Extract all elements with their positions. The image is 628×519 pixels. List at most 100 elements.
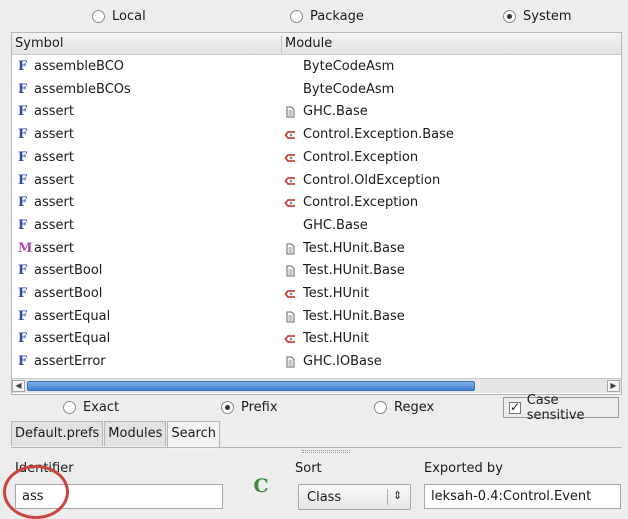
module-name: Control.OldException xyxy=(303,172,441,188)
mode-regex-radio[interactable]: Regex xyxy=(374,400,434,415)
module-name: Test.HUnit.Base xyxy=(303,308,405,324)
case-sensitive-label: Case sensitive xyxy=(526,392,585,423)
tab-modules[interactable]: Modules xyxy=(104,421,167,446)
mode-exact-radio[interactable]: Exact xyxy=(63,400,119,415)
table-row[interactable]: Massert Test.HUnit.Base xyxy=(12,238,621,261)
table-row[interactable]: FassertBool Test.HUnit xyxy=(12,283,621,306)
scroll-left-button[interactable]: ◀ xyxy=(12,380,25,392)
function-icon: F xyxy=(18,172,28,188)
reexport-icon xyxy=(284,176,295,185)
module-name: Test.HUnit xyxy=(303,331,369,347)
reexport-icon xyxy=(284,335,295,344)
table-row[interactable]: FassertEqual Test.HUnit.Base xyxy=(12,306,621,329)
scope-package-radio[interactable]: Package xyxy=(290,9,364,24)
table-row[interactable]: Fassert Control.Exception.Base xyxy=(12,124,621,147)
radio-indicator xyxy=(63,401,76,414)
reexport-icon xyxy=(284,153,295,162)
tab-search[interactable]: Search xyxy=(167,421,221,449)
mode-prefix-radio[interactable]: Prefix xyxy=(221,400,278,415)
scope-system-radio[interactable]: System xyxy=(503,9,571,24)
table-row[interactable]: FassertEqual Test.HUnit xyxy=(12,328,621,351)
symbol-name: assert xyxy=(34,149,74,165)
function-icon: F xyxy=(18,104,28,120)
horizontal-scrollbar[interactable]: ◀ ▶ xyxy=(12,378,621,393)
column-header-module[interactable]: Module xyxy=(285,36,332,51)
function-icon: F xyxy=(18,217,28,233)
table-row[interactable]: FassembleBCOs ByteCodeAsm xyxy=(12,79,621,102)
scroll-right-button[interactable]: ▶ xyxy=(607,380,620,392)
symbol-name: assertBool xyxy=(34,263,103,279)
column-header: Symbol Module xyxy=(12,33,621,55)
module-name: ByteCodeAsm xyxy=(303,81,395,97)
function-icon: F xyxy=(18,263,28,279)
table-row[interactable]: Fassert GHC.Base xyxy=(12,215,621,238)
chevron-up-down-icon: ⇕ xyxy=(393,489,403,502)
scope-local-label: Local xyxy=(112,9,146,24)
module-name: GHC.Base xyxy=(303,217,368,233)
radio-indicator-selected xyxy=(221,401,234,414)
highlight-circle xyxy=(3,465,69,519)
symbol-name: assembleBCOs xyxy=(34,81,131,97)
file-icon xyxy=(286,356,295,368)
file-icon xyxy=(286,106,295,118)
checkbox-indicator-checked xyxy=(509,400,521,414)
column-header-symbol[interactable]: Symbol xyxy=(15,36,63,51)
function-icon: F xyxy=(18,331,28,347)
symbol-name: assembleBCO xyxy=(34,59,125,74)
class-icon: C xyxy=(253,475,269,497)
module-name: Test.HUnit.Base xyxy=(303,240,405,256)
module-name: ByteCodeAsm xyxy=(303,59,395,74)
module-name: Control.Exception.Base xyxy=(303,127,454,143)
table-row[interactable]: FassertError GHC.IOBase xyxy=(12,351,621,374)
symbol-name: assert xyxy=(34,195,74,211)
function-icon: F xyxy=(18,354,28,370)
column-divider[interactable] xyxy=(281,35,282,53)
scope-bar: Local Package System xyxy=(0,0,628,32)
file-icon xyxy=(286,311,295,323)
results-rows: FassembleBCO ByteCodeAsm FassembleBCOs Byte… xyxy=(12,56,621,376)
symbol-name: assertError xyxy=(34,354,106,370)
results-list: Symbol Module FassembleBCO ByteCodeAsm Fas… xyxy=(11,32,622,395)
table-row[interactable]: Fassert GHC.Base xyxy=(12,101,621,124)
sort-select[interactable]: Class ⇕ xyxy=(298,484,411,510)
reexport-icon xyxy=(284,131,295,139)
case-sensitive-checkbox[interactable]: Case sensitive xyxy=(503,393,619,423)
symbol-name: assert xyxy=(34,104,74,120)
search-details: Identifier ass C Sort Class ⇕ Exported b… xyxy=(3,455,622,519)
table-row[interactable]: Fassert Control.Exception xyxy=(12,147,621,170)
module-name: Test.HUnit xyxy=(303,286,369,301)
symbol-name: assert xyxy=(34,240,74,256)
scope-package-label: Package xyxy=(310,9,364,24)
function-icon: F xyxy=(18,308,28,324)
function-icon: F xyxy=(18,59,28,74)
table-row[interactable]: Fassert Control.OldException xyxy=(12,170,621,193)
table-row[interactable]: FassembleBCO ByteCodeAsm xyxy=(12,56,621,79)
module-name: GHC.IOBase xyxy=(303,354,382,370)
pane-resize-handle[interactable] xyxy=(302,450,350,453)
function-icon: F xyxy=(18,195,28,211)
function-icon: F xyxy=(18,127,28,143)
exported-by-label: Exported by xyxy=(424,461,503,476)
symbol-name: assertBool xyxy=(34,286,103,301)
select-separator xyxy=(387,489,388,505)
reexport-icon xyxy=(284,290,295,298)
scrollbar-thumb[interactable] xyxy=(27,381,475,391)
symbol-name: assert xyxy=(34,127,74,143)
table-row[interactable]: FassertBool Test.HUnit.Base xyxy=(12,260,621,283)
module-name: GHC.Base xyxy=(303,104,368,120)
reexport-icon xyxy=(284,199,295,208)
symbol-name: assert xyxy=(34,217,74,233)
sort-selected-value: Class xyxy=(307,490,342,505)
module-name: Test.HUnit.Base xyxy=(303,263,405,279)
radio-indicator xyxy=(374,401,387,414)
module-name: Control.Exception xyxy=(303,195,419,211)
tab-default-prefs[interactable]: Default.prefs xyxy=(11,421,104,446)
scope-system-label: System xyxy=(523,9,572,24)
symbol-name: assert xyxy=(34,172,74,188)
tab-bar: Default.prefs Modules Search xyxy=(11,421,221,449)
mode-exact-label: Exact xyxy=(83,400,120,415)
function-icon: F xyxy=(18,149,28,165)
table-row[interactable]: Fassert Control.Exception xyxy=(12,192,621,215)
scope-local-radio[interactable]: Local xyxy=(92,9,146,24)
exported-by-field[interactable]: leksah-0.4:Control.Event xyxy=(424,484,621,509)
